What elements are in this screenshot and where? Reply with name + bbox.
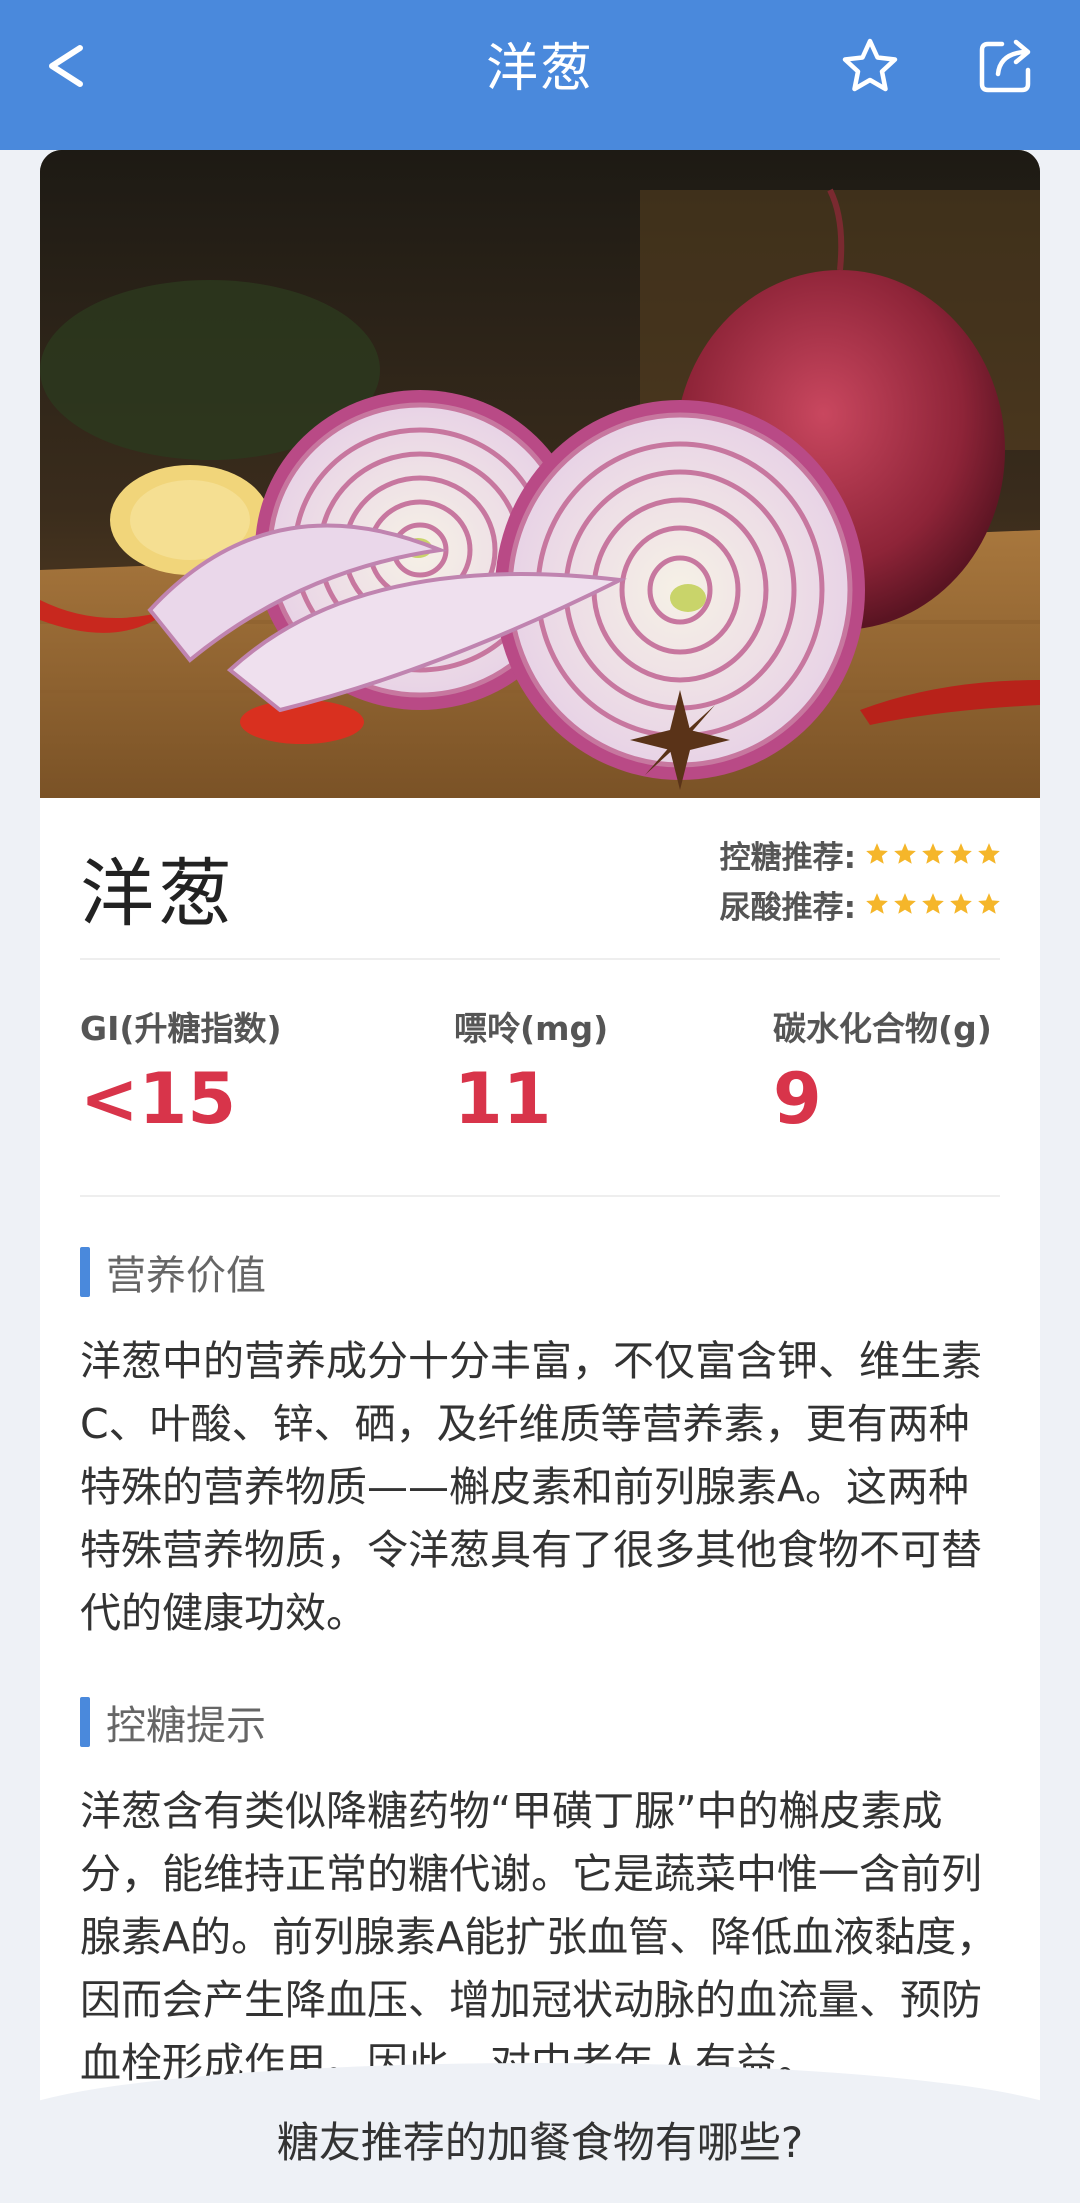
favorite-button[interactable]: [838, 34, 902, 98]
metric-label: 嘌呤(mg): [454, 1009, 609, 1048]
metric-value: <15: [80, 1058, 237, 1140]
star-filled-icon: [978, 893, 1000, 914]
sugar-control-rating: 控糖推荐:: [720, 832, 1002, 876]
section-title: 营养价值: [106, 1253, 266, 1299]
star-filled-icon: [950, 893, 972, 914]
section-header-nutrition: 营养价值: [80, 1247, 266, 1299]
star-filled-icon: [950, 843, 972, 864]
bottom-recommendation-bar[interactable]: 糖友推荐的加餐食物有哪些?: [0, 2063, 1080, 2203]
star-rating: [862, 841, 1002, 867]
top-app-bar: 洋葱: [0, 0, 1080, 150]
share-icon: [979, 39, 1031, 93]
section-accent-bar: [80, 1697, 90, 1747]
page-title: 洋葱: [485, 39, 594, 99]
section-text-nutrition: 洋葱中的营养成分十分丰富，不仅富含钾、维生素C、叶酸、锌、硒，及纤维质等营养素，…: [80, 1337, 982, 1637]
metric-carbohydrate: 碳水化合物(g) 9: [773, 1002, 992, 1140]
metric-value: 11: [454, 1058, 552, 1140]
star-filled-icon: [922, 843, 944, 864]
rating-label: 控糖推荐:: [719, 839, 856, 876]
bottom-recommendation-text[interactable]: 糖友推荐的加餐食物有哪些?: [0, 2109, 1080, 2170]
share-button[interactable]: [974, 34, 1038, 98]
star-filled-icon: [922, 893, 944, 914]
metric-label: GI(升糖指数): [80, 1009, 282, 1048]
divider: [80, 958, 1000, 960]
metric-label: 碳水化合物(g): [773, 1009, 992, 1048]
star-filled-icon: [866, 843, 888, 864]
food-photo: [40, 150, 1040, 798]
food-name: 洋葱: [80, 851, 236, 937]
food-detail-card: 洋葱 控糖推荐: 尿酸推荐: GI(升糖指数) <15 嘌呤(mg) 11 碳水…: [40, 150, 1040, 2203]
star-filled-icon: [894, 843, 916, 864]
star-outline-icon: [842, 38, 898, 92]
section-header-sugar-tips: 控糖提示: [80, 1697, 266, 1749]
divider: [80, 1195, 1000, 1197]
rating-label: 尿酸推荐:: [719, 889, 856, 926]
section-accent-bar: [80, 1247, 90, 1297]
uric-acid-rating: 尿酸推荐:: [720, 882, 1002, 926]
metric-gi: GI(升糖指数) <15: [80, 1002, 282, 1140]
section-title: 控糖提示: [106, 1703, 266, 1749]
star-rating: [862, 891, 1002, 917]
metric-value: 9: [773, 1058, 822, 1140]
star-filled-icon: [978, 843, 1000, 864]
star-filled-icon: [866, 893, 888, 914]
section-text-sugar-tips: 洋葱含有类似降糖药物“甲磺丁脲”中的槲皮素成分，能维持正常的糖代谢。它是蔬菜中惟…: [80, 1787, 998, 2087]
star-filled-icon: [894, 893, 916, 914]
metric-purine: 嘌呤(mg) 11: [454, 1002, 608, 1140]
